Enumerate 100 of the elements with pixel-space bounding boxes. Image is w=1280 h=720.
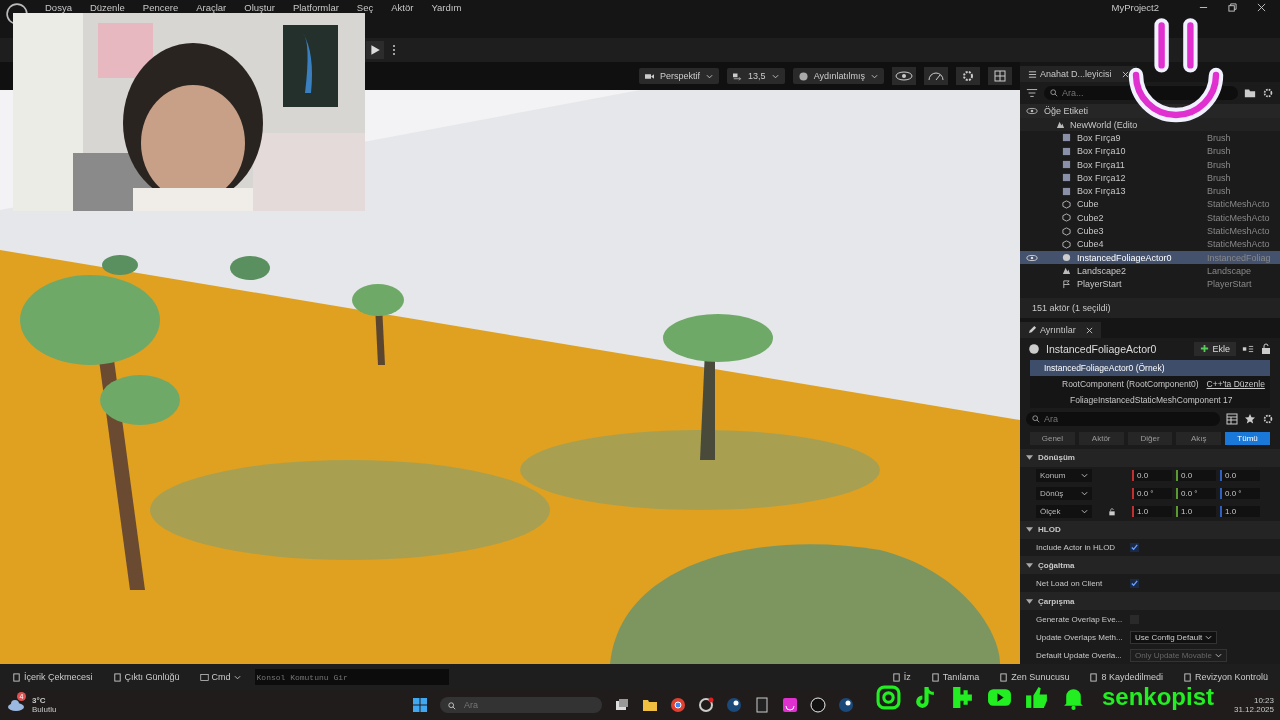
outliner-row[interactable]: InstancedFoliageActor0 InstancedFoliag bbox=[1020, 250, 1280, 265]
filter-tab[interactable]: Tümü bbox=[1225, 431, 1270, 445]
cmd-dropdown[interactable]: Cmd bbox=[193, 671, 247, 683]
number-field[interactable]: 0.0 bbox=[1132, 470, 1172, 482]
dropdown[interactable]: Ölçek bbox=[1036, 505, 1092, 519]
lock-icon[interactable] bbox=[1260, 342, 1272, 355]
outliner-row[interactable]: Cube4 StaticMeshActo bbox=[1020, 237, 1280, 251]
number-field[interactable]: 1.0 bbox=[1132, 506, 1172, 518]
actor-name: Box Fırça13 bbox=[1077, 186, 1127, 197]
store-icon[interactable] bbox=[754, 697, 770, 713]
section-header[interactable]: Çoğaltma bbox=[1020, 556, 1280, 575]
checkbox[interactable] bbox=[1130, 543, 1139, 552]
outliner-row[interactable]: Box Fırça13 Brush bbox=[1020, 184, 1280, 198]
search-field[interactable]: Ara bbox=[1026, 411, 1220, 426]
dropdown[interactable]: Dönüş bbox=[1036, 487, 1092, 501]
cloud-icon bbox=[6, 698, 26, 712]
restore-icon[interactable] bbox=[1228, 3, 1237, 12]
close-icon[interactable] bbox=[1257, 3, 1266, 12]
view-mode-button[interactable]: Perspektif bbox=[639, 68, 720, 84]
settings-icon[interactable] bbox=[1262, 412, 1274, 425]
lock-icon[interactable] bbox=[1108, 507, 1116, 516]
filter-tab[interactable]: Akış bbox=[1176, 431, 1222, 445]
status-button[interactable]: İz bbox=[885, 671, 917, 683]
number-field[interactable]: 0.0 ° bbox=[1220, 488, 1260, 500]
status-button[interactable]: Revizyon Kontrolü bbox=[1176, 671, 1274, 683]
component-row[interactable]: InstancedFoliageActor0 (Örnek) bbox=[1030, 359, 1270, 376]
number-field[interactable]: 1.0 bbox=[1220, 506, 1260, 518]
camera-speed-button[interactable]: 13,5 bbox=[727, 68, 785, 84]
outliner-row[interactable]: Cube StaticMeshActo bbox=[1020, 197, 1280, 212]
settings-icon[interactable] bbox=[1262, 87, 1274, 99]
outliner-row[interactable]: Box Fırça9 Brush bbox=[1020, 131, 1280, 145]
folder-icon[interactable] bbox=[642, 697, 658, 713]
dropdown[interactable]: Use Config Default bbox=[1130, 630, 1218, 644]
status-button[interactable]: Zen Sunucusu bbox=[993, 671, 1076, 683]
panel-button[interactable]: İçerik Çekmecesi bbox=[6, 671, 99, 683]
menu-item[interactable]: Yardım bbox=[422, 2, 471, 14]
console-field[interactable]: Konsol Komutunu Gir bbox=[254, 669, 449, 685]
menu-item[interactable]: Oluştur bbox=[235, 2, 284, 14]
folder-icon[interactable] bbox=[1244, 87, 1256, 99]
layout-icon[interactable] bbox=[988, 67, 1012, 85]
menu-item[interactable]: Pencere bbox=[133, 2, 188, 14]
menu-item[interactable]: Dosya bbox=[36, 2, 81, 14]
status-button[interactable]: 8 Kaydedilmedi bbox=[1083, 671, 1169, 683]
menu-item[interactable]: Seç bbox=[347, 2, 383, 14]
section-header[interactable]: Çarpışma bbox=[1020, 592, 1280, 611]
outliner-row[interactable]: Cube3 StaticMeshActo bbox=[1020, 224, 1280, 238]
gauge-icon[interactable] bbox=[924, 67, 948, 85]
filter-tab[interactable]: Genel bbox=[1030, 431, 1075, 445]
menu-item[interactable]: Araçlar bbox=[187, 2, 236, 14]
add-button[interactable]: Ekle bbox=[1194, 341, 1236, 356]
triangle-icon bbox=[1026, 562, 1033, 568]
menu-item[interactable]: Platformlar bbox=[283, 2, 348, 14]
filter-tab[interactable]: Diğer bbox=[1127, 431, 1173, 445]
close-icon[interactable] bbox=[1079, 321, 1101, 338]
browser-icon[interactable] bbox=[670, 697, 686, 713]
edit-link[interactable]: C++'ta Düzenle bbox=[1206, 378, 1265, 389]
number-field[interactable]: 0.0 bbox=[1176, 470, 1216, 482]
game-launcher-icon[interactable] bbox=[726, 697, 742, 713]
game-launcher-icon[interactable] bbox=[838, 697, 854, 713]
dropdown[interactable]: Konum bbox=[1036, 469, 1092, 483]
settings-icon[interactable] bbox=[956, 67, 980, 85]
details-tab[interactable]: Ayrıntılar bbox=[1020, 321, 1080, 338]
section-header[interactable]: Dönüşüm bbox=[1020, 448, 1280, 467]
number-field[interactable]: 0.0 ° bbox=[1176, 488, 1216, 500]
lighting-button[interactable]: Aydınlatılmış bbox=[792, 68, 884, 84]
more-icon[interactable] bbox=[392, 44, 396, 56]
filter-icon[interactable] bbox=[1026, 87, 1038, 99]
document-icon bbox=[1089, 672, 1099, 682]
number-field[interactable]: 0.0 bbox=[1220, 470, 1260, 482]
checkbox[interactable] bbox=[1130, 578, 1139, 588]
outliner-row[interactable]: Box Fırça10 Brush bbox=[1020, 144, 1280, 158]
smiley-icon[interactable] bbox=[782, 697, 798, 713]
task-view-icon[interactable] bbox=[614, 697, 630, 713]
outliner-row[interactable]: Box Fırça11 Brush bbox=[1020, 157, 1280, 172]
eye-icon[interactable] bbox=[892, 67, 916, 85]
actor-type: Landscape bbox=[1207, 265, 1252, 276]
column-header[interactable]: Öğe Etiketi bbox=[1044, 106, 1089, 116]
panel-button[interactable]: Çıktı Günlüğü bbox=[106, 671, 186, 683]
outliner-row[interactable]: Box Fırça12 Brush bbox=[1020, 171, 1280, 185]
menu-item[interactable]: Düzenle bbox=[80, 2, 134, 14]
table-icon[interactable] bbox=[1226, 412, 1238, 425]
outliner-row[interactable]: Cube2 StaticMeshActo bbox=[1020, 211, 1280, 225]
outliner-row[interactable]: PlayerStart PlayerStart bbox=[1020, 277, 1280, 291]
app-icon[interactable] bbox=[698, 697, 714, 713]
k-icon bbox=[950, 684, 975, 710]
windows-icon[interactable] bbox=[412, 697, 428, 713]
eye-icon[interactable] bbox=[1026, 253, 1038, 262]
section-header[interactable]: HLOD bbox=[1020, 520, 1280, 539]
outliner-row[interactable]: Landscape2 Landscape bbox=[1020, 264, 1280, 278]
component-row[interactable]: RootComponent (RootComponent0) C++'ta Düzenle bbox=[1030, 375, 1270, 392]
component-row[interactable]: FoliageInstancedStaticMeshComponent 17 bbox=[1030, 391, 1270, 408]
filter-tab[interactable]: Aktör bbox=[1078, 431, 1124, 445]
number-field[interactable]: 0.0 ° bbox=[1132, 488, 1172, 500]
number-field[interactable]: 1.0 bbox=[1176, 506, 1216, 518]
play-button[interactable] bbox=[366, 41, 384, 59]
outliner-tab[interactable]: Anahat D...leyicisi bbox=[1020, 66, 1116, 82]
status-button[interactable]: Tanılama bbox=[924, 671, 986, 683]
speed-icon bbox=[733, 71, 743, 81]
star-icon[interactable] bbox=[1244, 412, 1256, 425]
menu-item[interactable]: Aktör bbox=[382, 2, 423, 14]
